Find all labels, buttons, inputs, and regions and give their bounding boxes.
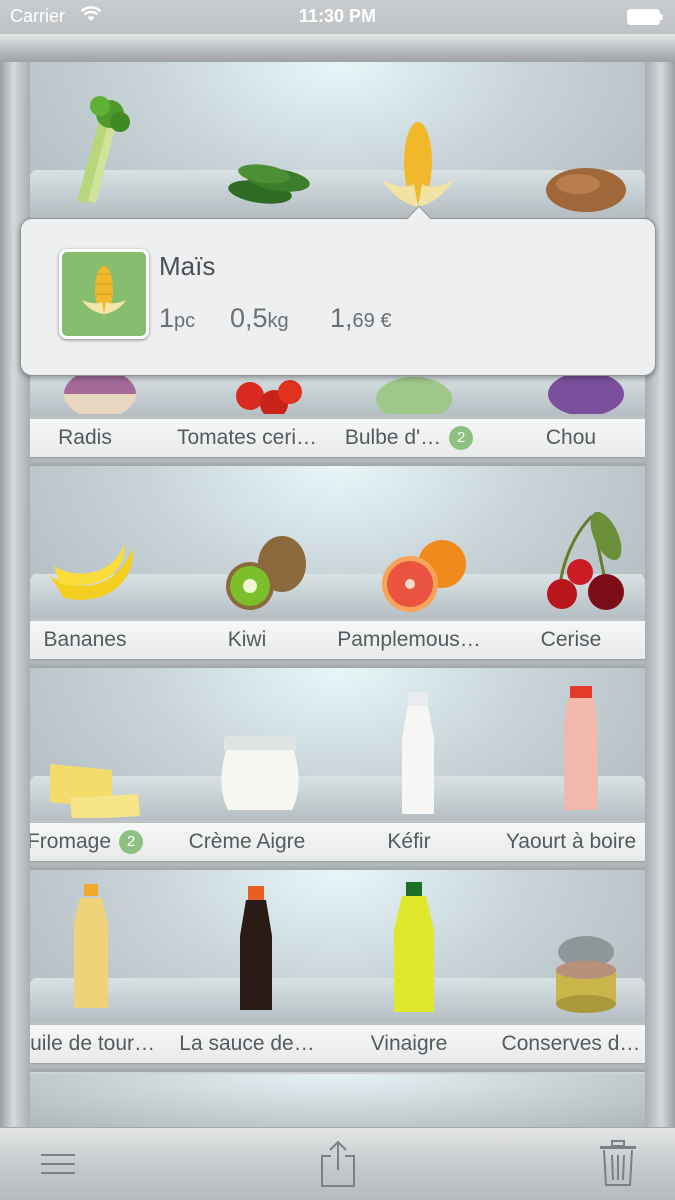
shelf-product[interactable] xyxy=(182,668,342,818)
product-label[interactable]: Kéfir xyxy=(330,823,488,861)
shelf-label-bar: Radis Tomates ceri… Bulbe d'… 2 Chou xyxy=(10,419,665,457)
weight-value: 0,5kg xyxy=(230,303,289,333)
cheese-icon xyxy=(50,764,140,818)
corn-icon xyxy=(382,122,454,207)
count-badge: 2 xyxy=(119,830,144,854)
grapefruit-icon xyxy=(382,540,466,612)
shelf: Huile de tour… La sauce de… Vinaigre Conser… xyxy=(0,870,675,1072)
cherry-icon xyxy=(547,511,624,610)
shelf-product[interactable] xyxy=(338,466,498,616)
shelf: Fromage 2 Crème Aigre Kéfir Yaourt à boire xyxy=(0,668,675,870)
status-time: 11:30 PM xyxy=(298,6,377,26)
shelf-product[interactable] xyxy=(502,62,662,212)
shelf-product[interactable] xyxy=(502,870,662,1020)
shelf-product[interactable] xyxy=(502,466,662,616)
popover-arrow xyxy=(406,206,432,220)
product-label[interactable]: Pamplemous… xyxy=(330,621,488,659)
product-detail-popover[interactable]: Maïs 1pc 0,5kg 1,69 € xyxy=(20,206,656,376)
product-label[interactable]: Chou xyxy=(492,419,650,457)
product-label[interactable]: Tomates ceri… xyxy=(168,419,326,457)
shelf-label-bar: Huile de tour… La sauce de… Vinaigre Conser… xyxy=(10,1025,665,1063)
banana-icon xyxy=(50,544,133,600)
product-label[interactable]: Bulbe d'… 2 xyxy=(330,419,488,457)
count-badge: 2 xyxy=(449,426,474,450)
share-icon[interactable] xyxy=(316,1138,360,1188)
vinegar-bottle-icon xyxy=(394,882,434,1012)
shelf-product[interactable] xyxy=(20,466,180,616)
potato-icon xyxy=(546,168,626,212)
shelf-product[interactable] xyxy=(338,870,498,1020)
celery-icon xyxy=(77,96,130,204)
shelf-product[interactable] xyxy=(338,668,498,818)
cucumber-icon xyxy=(228,164,310,204)
shelf-label-bar: Fromage 2 Crème Aigre Kéfir Yaourt à boire xyxy=(10,823,665,861)
yogurt-drink-icon xyxy=(564,686,598,810)
trash-icon[interactable] xyxy=(596,1138,640,1188)
kefir-bottle-icon xyxy=(402,692,434,814)
status-bar: Carrier 11:30 PM xyxy=(0,0,675,34)
product-label[interactable]: Kiwi xyxy=(168,621,326,659)
product-title: Maïs xyxy=(159,251,216,281)
shelf-product[interactable] xyxy=(338,62,498,212)
shelf-product[interactable] xyxy=(20,668,180,818)
shelf: Bananes Kiwi Pamplemous… Cerise xyxy=(0,466,675,668)
product-label[interactable]: Crème Aigre xyxy=(168,823,326,861)
shelf-product[interactable] xyxy=(20,62,180,212)
shelf-product[interactable] xyxy=(182,466,342,616)
product-label[interactable]: Conserves d… xyxy=(492,1025,650,1063)
corn-icon xyxy=(82,266,126,314)
shelf-product[interactable] xyxy=(20,870,180,1020)
oil-bottle-icon xyxy=(74,884,108,1008)
product-thumbnail xyxy=(59,249,149,339)
price-value: 1,69 € xyxy=(330,303,392,333)
shelf-product[interactable] xyxy=(182,62,342,212)
fridge-top-frame xyxy=(0,34,675,62)
bottom-toolbar xyxy=(0,1127,675,1200)
kiwi-icon xyxy=(226,536,306,610)
product-label[interactable]: La sauce de… xyxy=(168,1025,326,1063)
shelf-product[interactable] xyxy=(502,668,662,818)
shelf-product[interactable] xyxy=(182,870,342,1020)
empty-shelf xyxy=(0,1074,675,1130)
battery-icon xyxy=(627,9,663,25)
product-label[interactable]: Yaourt à boire xyxy=(492,823,650,861)
tin-can-icon xyxy=(556,936,616,1013)
product-label[interactable]: Cerise xyxy=(492,621,650,659)
shelf-label-bar: Bananes Kiwi Pamplemous… Cerise xyxy=(10,621,665,659)
soy-sauce-icon xyxy=(240,886,272,1010)
sour-cream-jar-icon xyxy=(221,736,299,810)
product-label[interactable]: Vinaigre xyxy=(330,1025,488,1063)
quantity-value: 1pc xyxy=(159,303,196,333)
hamburger-menu-icon[interactable] xyxy=(37,1142,81,1186)
